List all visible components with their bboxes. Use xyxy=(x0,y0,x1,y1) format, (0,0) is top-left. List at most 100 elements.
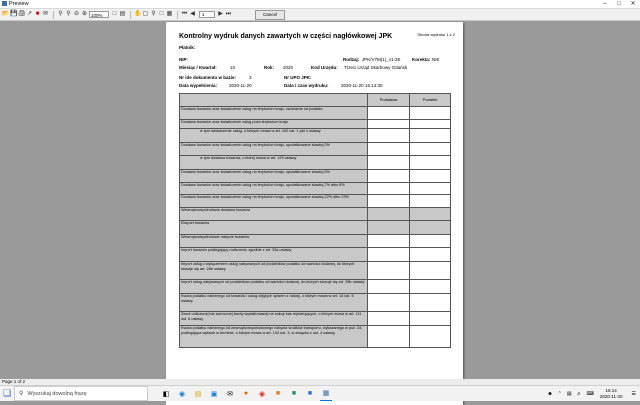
preview-area[interactable]: Strona wydruku 1 z 2 Kontrolny wydruk da… xyxy=(0,22,640,405)
fit-width-icon[interactable]: ▤ xyxy=(119,11,126,18)
kod-urzedu-label: Kod Urzędu: xyxy=(311,65,338,70)
search-placeholder: Wyszukaj dowolną frazę xyxy=(27,390,87,397)
podatek-cell xyxy=(409,234,451,248)
volume-icon[interactable]: ♬ xyxy=(577,391,582,397)
chevron-up-icon[interactable]: ⌃ xyxy=(558,391,562,397)
row-label: Kwota podatku należnego od towarów i usł… xyxy=(179,293,368,312)
title-bar: Preview – □ ✕ xyxy=(0,0,640,9)
toolbar-separator xyxy=(130,10,131,19)
table-row: Import towarów podlegający rozliczeniu z… xyxy=(179,247,451,262)
podatek-cell xyxy=(409,207,451,221)
magnify-tool-icon[interactable]: ⚲ xyxy=(150,11,157,18)
table-header-row: Podstawa Podatek xyxy=(179,93,451,107)
email-icon[interactable]: ✉ xyxy=(42,11,49,18)
row-label: Import towarów podlegający rozliczeniu z… xyxy=(179,247,368,262)
table-body: Dostawa towarów oraz świadczenie usług n… xyxy=(179,106,451,348)
edge-icon[interactable]: ◉ xyxy=(176,386,188,401)
store-icon[interactable]: ▣ xyxy=(208,386,220,401)
podatek-cell xyxy=(409,106,451,120)
data-wypelnienia-value: 2020-11-20 xyxy=(229,83,252,88)
fit-page-icon[interactable]: □ xyxy=(111,11,118,18)
document-page: Strona wydruku 1 z 2 Kontrolny wydruk da… xyxy=(166,22,463,405)
find-next-icon[interactable]: ⚲ xyxy=(65,11,72,18)
rok-value: 2020 xyxy=(283,65,294,70)
podstawa-cell xyxy=(367,169,410,183)
find-icon[interactable]: ⚲ xyxy=(57,11,64,18)
table-row: Dostawa towarów oraz świadczenie usług n… xyxy=(179,194,451,208)
preview-toolbar: 📂 💾 🖨 ↗ ■ ✉ ⚲ ⚲ ⊖ ⊕ 100% □ ▤ ✋ ▢ ⚲ □ ▦ ⏮… xyxy=(0,9,640,21)
podstawa-cell xyxy=(367,119,410,129)
podstawa-cell xyxy=(367,293,410,312)
app-icon-orange[interactable]: ■ xyxy=(272,386,284,401)
podstawa-cell xyxy=(367,311,410,326)
table-row: Wewnątrzwspólnotowe nabycie towarów xyxy=(179,234,451,248)
row-label: Dostawa towarów oraz świadczenie usług n… xyxy=(179,106,368,120)
next-page-icon[interactable]: ▶ xyxy=(217,11,224,18)
hand-tool-icon[interactable]: ✋ xyxy=(134,11,141,18)
podatek-cell xyxy=(409,220,451,235)
table-row: Dostawa towarów oraz świadczenie usług p… xyxy=(179,119,451,129)
cancel-button[interactable]: Cancel xyxy=(255,9,286,20)
notifications-icon[interactable]: ☰ xyxy=(632,391,636,397)
clock[interactable]: 16:14 2020-11-20 xyxy=(600,388,623,399)
print-icon[interactable]: 🖨 xyxy=(18,11,26,18)
rok-label: Rok: xyxy=(264,65,274,70)
maximize-button[interactable]: □ xyxy=(612,0,626,8)
platnik-label: Płatnik: xyxy=(179,45,196,50)
podatek-cell xyxy=(409,169,451,183)
first-page-icon[interactable]: ⏮ xyxy=(181,11,188,18)
file-explorer-icon[interactable]: ▤ xyxy=(192,386,204,401)
open-icon[interactable]: 📂 xyxy=(2,11,9,18)
network-icon[interactable]: ▤ xyxy=(567,391,572,397)
table-row: Dostawa towarów oraz świadczenie usług n… xyxy=(179,182,451,195)
podatek-cell xyxy=(409,279,451,294)
app-icon-blue[interactable]: ■ xyxy=(304,386,316,401)
page-number-input[interactable]: 1 xyxy=(199,11,215,18)
last-page-icon[interactable]: ⏭ xyxy=(225,11,232,18)
document-title: Kontrolny wydruk danych zawartych w częś… xyxy=(179,33,393,40)
row-label: Import usług nabywanych od podatników po… xyxy=(179,279,368,294)
header-empty-cell xyxy=(179,93,368,107)
system-tray: ☻ ⌃ ▤ ♬ ⌨ 16:14 2020-11-20 ☰ xyxy=(542,386,640,401)
app-icon xyxy=(2,1,7,6)
podatek-cell xyxy=(409,261,451,280)
podatek-cell xyxy=(409,155,451,170)
preview-app-icon[interactable]: ▦ xyxy=(320,386,332,401)
table-row: Dostawa towarów oraz świadczenie usług n… xyxy=(179,142,451,156)
podatek-cell xyxy=(409,142,451,156)
rodzaj-label: Rodzaj: xyxy=(343,57,360,62)
pdf-icon[interactable]: ■ xyxy=(34,11,41,18)
app-icon-green[interactable]: ■ xyxy=(288,386,300,401)
podstawa-cell xyxy=(367,155,410,170)
language-icon[interactable]: ⌨ xyxy=(587,391,594,397)
zoom-select[interactable]: 100% xyxy=(89,11,109,18)
podstawa-cell xyxy=(367,247,410,262)
chrome-icon[interactable]: ◉ xyxy=(256,386,268,401)
multi-page-icon[interactable]: ▦ xyxy=(166,11,173,18)
zoom-in-icon[interactable]: ⊕ xyxy=(81,11,88,18)
nr-dokumentu-value: 3 xyxy=(249,75,252,80)
mail-icon[interactable]: ✉ xyxy=(224,386,236,401)
table-row: Wewnątrzwspólnotowa dostawa towarów xyxy=(179,207,451,221)
podatek-cell xyxy=(409,182,451,195)
minimize-button[interactable]: – xyxy=(598,0,612,8)
windows-start-icon[interactable]: ❏ xyxy=(0,386,14,401)
export-icon[interactable]: ↗ xyxy=(26,11,33,18)
search-icon: ⚲ xyxy=(19,391,24,397)
podstawa-cell xyxy=(367,194,410,208)
close-button[interactable]: ✕ xyxy=(626,0,640,8)
data-wydruku-label: Data / czas wydruku: xyxy=(284,83,329,88)
firefox-icon[interactable]: ● xyxy=(240,386,252,401)
save-icon[interactable]: 💾 xyxy=(10,11,17,18)
window-controls: – □ ✕ xyxy=(598,0,640,8)
prev-page-icon[interactable]: ◀ xyxy=(189,11,196,18)
podstawa-cell xyxy=(367,325,410,348)
single-page-icon[interactable]: □ xyxy=(158,11,165,18)
task-view-icon[interactable]: ◧ xyxy=(160,386,172,401)
taskbar-search-box[interactable]: ⚲ Wyszukaj dowolną frazę xyxy=(14,386,148,401)
row-label: Dostawa towarów oraz świadczenie usług p… xyxy=(179,119,368,129)
zoom-out-icon[interactable]: ⊖ xyxy=(73,11,80,18)
select-tool-icon[interactable]: ▢ xyxy=(142,11,149,18)
people-icon[interactable]: ☻ xyxy=(547,391,552,397)
table-row: Dostawa towarów oraz świadczenie usług n… xyxy=(179,169,451,183)
